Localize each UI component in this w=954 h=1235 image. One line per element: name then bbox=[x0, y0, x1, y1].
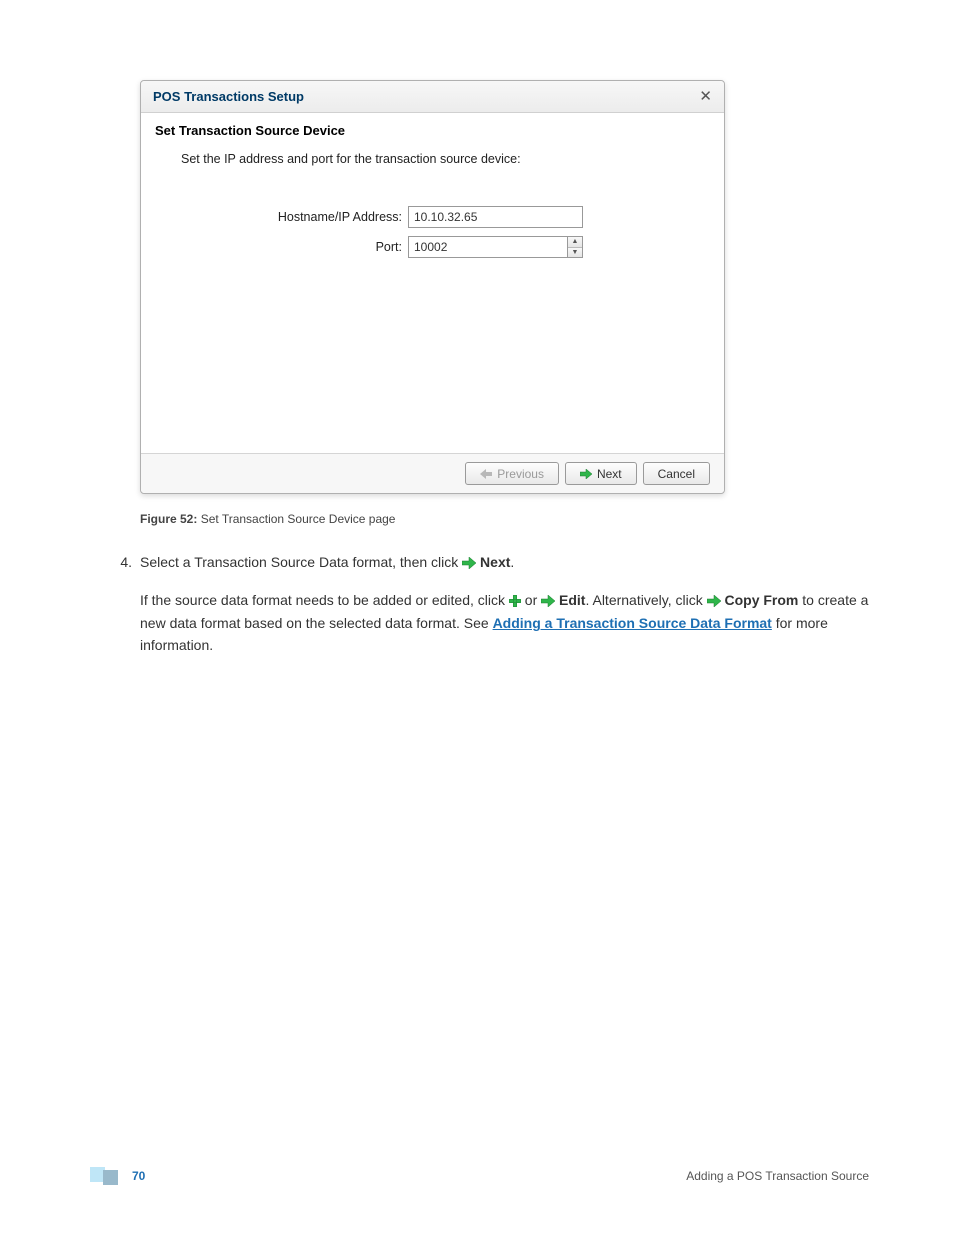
arrow-left-icon bbox=[480, 469, 492, 479]
dialog-instruction: Set the IP address and port for the tran… bbox=[181, 152, 710, 166]
figure-caption: Figure 52: Set Transaction Source Device… bbox=[140, 512, 869, 526]
hostname-input[interactable] bbox=[408, 206, 583, 228]
next-label: Next bbox=[597, 467, 622, 481]
dialog-subtitle: Set Transaction Source Device bbox=[155, 123, 710, 138]
arrow-right-icon bbox=[541, 592, 555, 614]
step-4: 4. Select a Transaction Source Data form… bbox=[108, 552, 869, 663]
dialog-body: Set Transaction Source Device Set the IP… bbox=[141, 113, 724, 453]
step-number: 4. bbox=[108, 552, 132, 573]
previous-button[interactable]: Previous bbox=[465, 462, 559, 485]
page-footer: 70 Adding a POS Transaction Source bbox=[0, 1167, 954, 1185]
footer-logo-icon bbox=[90, 1167, 118, 1185]
footer-section-title: Adding a POS Transaction Source bbox=[686, 1169, 869, 1183]
cancel-button[interactable]: Cancel bbox=[643, 462, 710, 485]
arrow-right-icon bbox=[707, 592, 721, 614]
step-text: Select a Transaction Source Data format,… bbox=[140, 552, 869, 663]
close-icon[interactable]: ✕ bbox=[699, 89, 712, 104]
previous-label: Previous bbox=[497, 467, 544, 481]
arrow-right-icon bbox=[462, 554, 476, 576]
port-stepper[interactable]: ▲ ▼ bbox=[568, 236, 583, 258]
dialog-title: POS Transactions Setup bbox=[153, 89, 304, 104]
figure-text: Set Transaction Source Device page bbox=[201, 512, 396, 526]
page-number: 70 bbox=[132, 1169, 145, 1183]
step-para: If the source data format needs to be ad… bbox=[140, 590, 869, 657]
hostname-label: Hostname/IP Address: bbox=[155, 210, 408, 224]
hostname-row: Hostname/IP Address: bbox=[155, 206, 710, 228]
cancel-label: Cancel bbox=[658, 467, 695, 481]
arrow-right-icon bbox=[580, 469, 592, 479]
stepper-down-icon[interactable]: ▼ bbox=[568, 248, 582, 258]
pos-setup-dialog: POS Transactions Setup ✕ Set Transaction… bbox=[140, 80, 725, 494]
dialog-titlebar: POS Transactions Setup ✕ bbox=[141, 81, 724, 113]
port-row: Port: ▲ ▼ bbox=[155, 236, 710, 258]
port-label: Port: bbox=[155, 240, 408, 254]
port-input[interactable] bbox=[408, 236, 568, 258]
plus-icon bbox=[509, 592, 521, 614]
figure-label: Figure 52: bbox=[140, 512, 197, 526]
dialog-footer: Previous Next Cancel bbox=[141, 453, 724, 493]
stepper-up-icon[interactable]: ▲ bbox=[568, 237, 582, 248]
link-adding-data-format[interactable]: Adding a Transaction Source Data Format bbox=[493, 615, 772, 631]
next-button[interactable]: Next bbox=[565, 462, 637, 485]
